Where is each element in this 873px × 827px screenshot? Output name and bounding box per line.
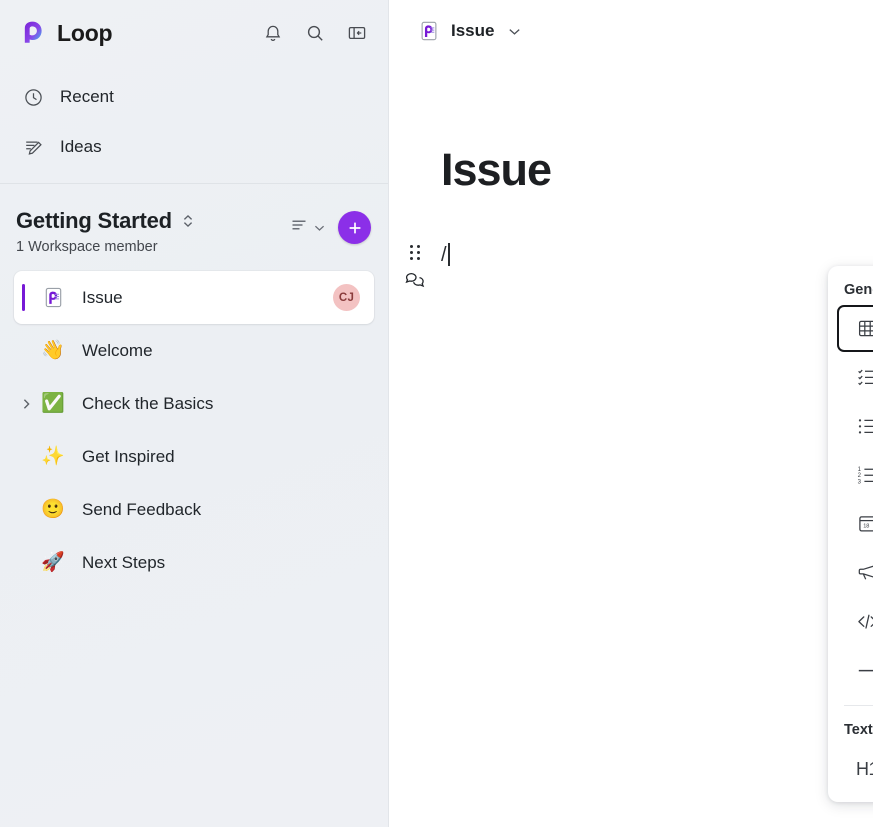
text-caret [447, 243, 450, 266]
sidebar-header-actions [259, 19, 371, 47]
loop-logo-icon [24, 21, 42, 43]
sort-lines-icon [290, 218, 310, 237]
svg-text:3: 3 [857, 479, 861, 485]
workspace-header: Getting Started 1 Workspace member [0, 184, 388, 255]
chevron-down-icon [314, 219, 325, 237]
breadcrumb-title: Issue [451, 21, 495, 40]
numbered-list-icon: 1 2 3 [856, 464, 873, 486]
menu-item-callout[interactable]: Callout [837, 548, 873, 597]
sidebar-nav: Recent Ideas [0, 66, 388, 172]
page-item-issue[interactable]: Issue CJ [14, 271, 374, 324]
editor-slash-text[interactable]: / [441, 240, 450, 268]
clock-icon [22, 86, 44, 108]
calendar-date-icon: 18 [856, 513, 873, 535]
menu-section-label-general: General [844, 282, 873, 298]
comment-bubbles-icon[interactable] [405, 271, 425, 289]
svg-text:2: 2 [857, 473, 861, 479]
workspace-page-list: Issue CJ 👋 Welcome ✅ Check the Basics ✨ … [0, 271, 388, 589]
avatar: CJ [333, 284, 360, 311]
breadcrumb[interactable]: Issue [417, 20, 521, 43]
page-item-label: Issue [82, 287, 123, 307]
editor-block-row: / [389, 240, 873, 289]
h1-icon: H1 [856, 759, 873, 779]
page-item-label: Check the Basics [82, 393, 214, 413]
menu-item-heading-1[interactable]: H1 Heading 1 [837, 745, 873, 794]
wave-emoji-icon: 👋 [41, 340, 65, 361]
green-check-emoji-icon: ✅ [41, 393, 65, 414]
checklist-icon [856, 366, 873, 388]
page-item-welcome[interactable]: 👋 Welcome [14, 324, 374, 377]
sidebar-item-ideas[interactable]: Ideas [0, 122, 388, 172]
main-content: Issue Issue / Gen 1 2 3 18 Text H [389, 0, 873, 827]
menu-item-numbered-list[interactable]: 1 2 3 Numbered list [837, 450, 873, 499]
page-title[interactable]: Issue [441, 144, 873, 196]
code-brackets-icon [856, 611, 873, 633]
page-item-label: Get Inspired [82, 446, 175, 466]
face-emoji-icon: 🙂 [41, 499, 65, 520]
menu-item-code[interactable]: Code [837, 597, 873, 646]
page-item-check-the-basics[interactable]: ✅ Check the Basics [14, 377, 374, 430]
menu-item-table[interactable]: Table [837, 305, 873, 352]
chevron-up-down-icon [181, 213, 195, 229]
rocket-emoji-icon: 🚀 [41, 552, 65, 573]
page-item-label: Next Steps [82, 552, 166, 572]
workspace-switcher[interactable]: Getting Started [16, 208, 195, 234]
svg-text:18: 18 [863, 524, 869, 530]
breadcrumb-bar: Issue [389, 0, 873, 62]
slash-character: / [441, 244, 447, 266]
chevron-down-icon[interactable] [508, 27, 521, 36]
sidebar: Loop Recent Ideas Getting Started 1 Work… [0, 0, 389, 827]
page-item-label: Welcome [82, 340, 153, 360]
divider-line-icon [856, 660, 873, 682]
loop-page-icon [417, 20, 440, 43]
collapse-panel-icon[interactable] [343, 19, 371, 47]
notifications-bell-icon[interactable] [259, 19, 287, 47]
sparkles-emoji-icon: ✨ [41, 446, 65, 467]
megaphone-icon [856, 562, 873, 584]
slash-command-menu: General Table Checklist [828, 266, 873, 802]
page-item-send-feedback[interactable]: 🙂 Send Feedback [14, 483, 374, 536]
search-icon[interactable] [301, 19, 329, 47]
sort-options-button[interactable] [290, 218, 325, 237]
menu-section-label-text-styles: Text styles [844, 722, 873, 738]
svg-text:1: 1 [857, 467, 861, 473]
sidebar-item-label: Recent [60, 87, 114, 106]
brand-name: Loop [57, 19, 113, 46]
menu-item-divider[interactable]: Divider [837, 646, 873, 695]
menu-item-bulleted-list[interactable]: Bulleted list [837, 401, 873, 450]
page-item-next-steps[interactable]: 🚀 Next Steps [14, 536, 374, 589]
pencil-lines-icon [22, 136, 44, 158]
sidebar-item-label: Ideas [60, 137, 102, 156]
workspace-member-count: 1 Workspace member [16, 239, 158, 255]
menu-item-date[interactable]: 18 Date [837, 499, 873, 548]
sidebar-item-recent[interactable]: Recent [0, 72, 388, 122]
loop-page-icon [40, 285, 66, 311]
chevron-right-icon[interactable] [21, 397, 32, 410]
drag-dots-icon[interactable] [410, 245, 420, 260]
add-page-button[interactable] [338, 211, 371, 244]
table-grid-icon [856, 318, 873, 340]
page-item-label: Send Feedback [82, 499, 202, 519]
workspace-title: Getting Started [16, 208, 172, 233]
page-item-get-inspired[interactable]: ✨ Get Inspired [14, 430, 374, 483]
sidebar-header: Loop [0, 0, 388, 66]
bulleted-list-icon [856, 415, 873, 437]
loop-app-window: Loop Recent Ideas Getting Started 1 Work… [0, 0, 873, 827]
brand[interactable]: Loop [20, 19, 113, 47]
menu-item-checklist[interactable]: Checklist [837, 352, 873, 401]
